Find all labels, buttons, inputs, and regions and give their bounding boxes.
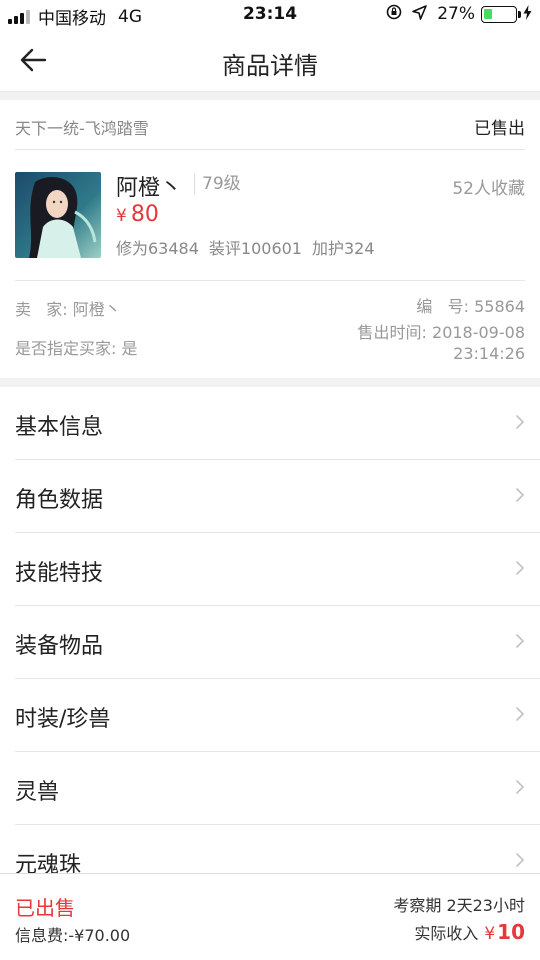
stat-cultivation: 修为63484	[116, 239, 199, 258]
stat-defense: 加护324	[312, 239, 375, 258]
sale-state: 已售出	[474, 119, 525, 139]
chevron-right-icon	[515, 560, 525, 576]
info-fee: 信息费:-¥70.00	[15, 926, 131, 945]
income-label: 实际收入	[414, 924, 479, 943]
menu-item[interactable]: 基本信息	[15, 387, 540, 460]
battery-percent: 27%	[437, 4, 475, 24]
bottom-bar: 已出售 信息费:-¥70.00 考察期 2天23小时 实际收入 ¥10	[0, 873, 540, 960]
favorite-count: 52人收藏	[452, 179, 525, 199]
income-currency: ¥	[484, 924, 496, 944]
sold-time: 售出时间: 2018-09-08 23:14:26	[358, 322, 525, 364]
chevron-right-icon	[515, 779, 525, 795]
page-title: 商品详情	[222, 52, 318, 80]
menu-item[interactable]: 时装/珍兽	[15, 679, 540, 752]
menu-item-label: 技能特技	[15, 561, 104, 586]
status-right: 27%	[386, 4, 532, 24]
price-currency: ¥	[116, 206, 127, 226]
battery-icon	[481, 5, 521, 23]
location-arrow-icon	[412, 4, 428, 24]
serial-number: 编 号: 55864	[416, 297, 525, 316]
menu-item-label: 角色数据	[15, 488, 104, 513]
sold-time-date: 售出时间: 2018-09-08	[357, 323, 525, 342]
menu-item[interactable]: 装备物品	[15, 606, 540, 679]
order-status: 已出售	[15, 896, 75, 920]
role-avatar[interactable]	[15, 172, 101, 258]
chevron-right-icon	[515, 706, 525, 722]
actual-income: 实际收入 ¥10	[414, 920, 525, 944]
menu-item-label: 基本信息	[15, 415, 104, 440]
section-gap	[0, 378, 540, 387]
role-name: 阿橙丶	[116, 176, 183, 201]
stat-equip-score: 装评100601	[208, 239, 302, 258]
section-gap	[0, 92, 540, 100]
review-period: 考察期 2天23小时	[393, 896, 525, 915]
status-bar: 中国移动 4G 23:14 27%	[0, 0, 540, 30]
divider	[15, 280, 525, 281]
income-amount: 10	[497, 920, 525, 944]
menu-item[interactable]: 技能特技	[15, 533, 540, 606]
chevron-right-icon	[515, 633, 525, 649]
role-stats: 修为63484 装评100601 加护324	[116, 235, 385, 259]
chevron-right-icon	[515, 414, 525, 430]
price-value: 80	[130, 202, 159, 227]
lock-rotation-icon	[386, 4, 402, 24]
product-header: 天下一统-飞鸿踏雪 已售出	[15, 100, 525, 150]
server-name: 天下一统-飞鸿踏雪	[15, 119, 149, 138]
charging-bolt-icon	[523, 4, 532, 24]
menu-item[interactable]: 灵兽	[15, 752, 540, 825]
nav-bar: 商品详情	[0, 30, 540, 92]
chevron-right-icon	[515, 852, 525, 868]
seller-info: 卖 家: 阿橙丶	[15, 300, 121, 319]
role-level: 79级	[194, 174, 241, 194]
chevron-right-icon	[515, 487, 525, 503]
menu-item-label: 灵兽	[15, 780, 60, 805]
menu-item-label: 装备物品	[15, 634, 104, 659]
price: ¥80	[116, 202, 159, 227]
menu-item[interactable]: 角色数据	[15, 460, 540, 533]
menu-item-label: 时装/珍兽	[15, 707, 111, 732]
designated-buyer: 是否指定买家: 是	[15, 339, 138, 358]
sold-time-clock: 23:14:26	[453, 344, 525, 363]
